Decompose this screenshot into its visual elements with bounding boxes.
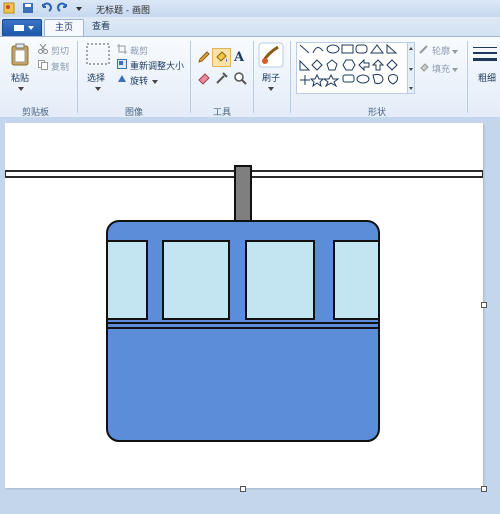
paste-icon[interactable] xyxy=(10,43,32,70)
group-divider xyxy=(190,41,191,113)
fill-label[interactable]: 填充 xyxy=(432,62,450,75)
rotate-icon[interactable] xyxy=(117,74,127,87)
select-button-label[interactable]: 选择 xyxy=(87,71,105,84)
brush-icon[interactable] xyxy=(258,42,284,71)
cut-icon[interactable] xyxy=(38,43,48,57)
cabin-window xyxy=(245,240,315,320)
paste-button-label[interactable]: 粘贴 xyxy=(11,71,29,84)
text-icon[interactable]: A xyxy=(233,49,247,66)
tab-view[interactable]: 查看 xyxy=(82,19,120,35)
outline-dropdown-icon[interactable] xyxy=(452,47,458,57)
group-divider xyxy=(467,41,468,113)
cabin-window xyxy=(162,240,230,320)
customize-toolbar-icon[interactable] xyxy=(73,2,85,14)
group-divider xyxy=(77,41,78,113)
ribbon-tab-row: 主页 查看 xyxy=(0,17,500,37)
crop-icon[interactable] xyxy=(117,44,127,57)
paint-menu-button[interactable] xyxy=(2,19,42,37)
ribbon: 粘贴 剪切 复制 剪贴板 选择 裁剪 重新调整大小 旋转 图像 A 工具 刷子 … xyxy=(0,36,500,118)
svg-text:A: A xyxy=(233,50,245,63)
outline-icon[interactable] xyxy=(419,44,429,57)
title-bar: 无标题 - 画图 xyxy=(0,0,500,18)
canvas-resize-handle-bottom[interactable] xyxy=(240,486,246,492)
fill-shape-icon[interactable] xyxy=(419,62,429,75)
select-icon[interactable] xyxy=(86,43,110,70)
shapes-gallery[interactable] xyxy=(296,42,408,94)
resize-icon[interactable] xyxy=(117,59,127,72)
hanger-arm xyxy=(234,165,252,222)
copy-icon[interactable] xyxy=(38,60,48,73)
select-dropdown-icon[interactable] xyxy=(95,84,101,94)
tab-home[interactable]: 主页 xyxy=(44,19,84,37)
pencil-icon[interactable] xyxy=(197,50,211,67)
paint-app-icon[interactable] xyxy=(3,2,15,14)
save-icon[interactable] xyxy=(22,2,34,14)
line-size-icon[interactable] xyxy=(473,45,497,68)
redo-icon[interactable] xyxy=(57,2,69,14)
undo-icon[interactable] xyxy=(40,2,52,14)
group-divider xyxy=(290,41,291,113)
fill-icon[interactable] xyxy=(212,48,231,67)
cabin-window-left xyxy=(106,240,148,320)
eraser-icon[interactable] xyxy=(197,71,211,88)
magnifier-icon[interactable] xyxy=(233,71,247,88)
group-divider xyxy=(253,41,254,113)
brushes-dropdown-icon[interactable] xyxy=(268,84,274,94)
crop-label[interactable]: 裁剪 xyxy=(130,44,148,57)
canvas-resize-handle-corner[interactable] xyxy=(481,486,487,492)
cabin-window-right xyxy=(333,240,380,320)
canvas-resize-handle-right[interactable] xyxy=(481,302,487,308)
rotate-dropdown-icon[interactable] xyxy=(152,77,158,87)
paste-dropdown-icon[interactable] xyxy=(18,84,24,94)
color-picker-icon[interactable] xyxy=(215,71,229,88)
resize-label[interactable]: 重新调整大小 xyxy=(130,59,184,72)
fill-dropdown-icon[interactable] xyxy=(452,65,458,75)
size-label[interactable]: 粗细 xyxy=(478,71,496,84)
shapes-scrollbar[interactable] xyxy=(407,42,415,94)
window-title: 无标题 - 画图 xyxy=(96,6,150,16)
drawing-canvas[interactable] xyxy=(5,123,483,488)
brushes-label[interactable]: 刷子 xyxy=(262,71,280,84)
rotate-label[interactable]: 旋转 xyxy=(130,74,148,87)
outline-label[interactable]: 轮廓 xyxy=(432,44,450,57)
cut-label[interactable]: 剪切 xyxy=(51,44,69,57)
copy-label[interactable]: 复制 xyxy=(51,60,69,73)
watermark: Baidu 经验 xyxy=(384,465,462,481)
